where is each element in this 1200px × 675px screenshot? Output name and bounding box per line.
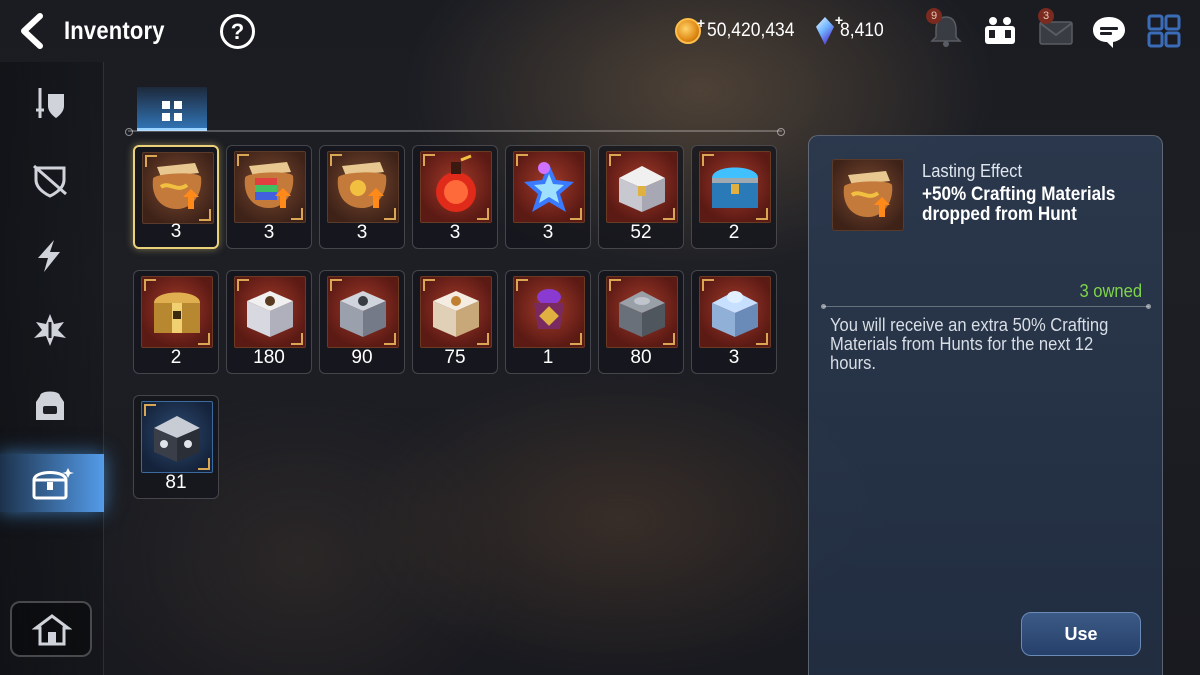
- frost-box-icon: [712, 291, 758, 337]
- star-potion-icon: [524, 162, 574, 212]
- backpack-icon: [36, 391, 64, 420]
- item-slot[interactable]: 75: [412, 270, 498, 374]
- item-slot[interactable]: 3: [412, 145, 498, 249]
- sidebar-tab-equipment[interactable]: [0, 74, 104, 132]
- white-box-icon: [247, 291, 293, 337]
- crystal-amount: 8,410: [840, 20, 884, 41]
- chest-icon: [32, 468, 74, 500]
- item-slot[interactable]: 3: [319, 145, 405, 249]
- item-count: 2: [170, 347, 182, 368]
- sidebar: [0, 62, 104, 675]
- help-button[interactable]: ?: [220, 14, 255, 49]
- item-slot[interactable]: 3: [505, 145, 591, 249]
- menu-button[interactable]: [1144, 12, 1184, 50]
- item-slot[interactable]: 81: [133, 395, 219, 499]
- grid-menu-icon: [1147, 14, 1181, 48]
- sidebar-tab-catalyst[interactable]: [0, 226, 104, 284]
- steel-box-icon: [619, 291, 665, 337]
- item-count: 3: [356, 222, 368, 243]
- item-slot[interactable]: 2: [691, 145, 777, 249]
- item-count: 75: [444, 347, 466, 368]
- top-bar: Inventory ? + 50,420,434 + 8,410 9 3: [0, 0, 1200, 62]
- friends-button[interactable]: [980, 12, 1020, 50]
- effect-label: Lasting Effect: [922, 161, 1023, 181]
- sidebar-tab-materials[interactable]: [0, 300, 104, 358]
- item-count: 52: [630, 222, 652, 243]
- item-count: 3: [449, 222, 461, 243]
- page-title: Inventory: [64, 17, 165, 45]
- selected-item-icon: [832, 159, 904, 231]
- house-button[interactable]: [10, 601, 92, 657]
- item-description: You will receive an extra 50% Crafting M…: [830, 315, 1109, 373]
- item-slot[interactable]: 3: [133, 145, 219, 249]
- silver-box-icon: [340, 291, 386, 337]
- hunt-scroll-icon: [843, 171, 893, 217]
- mail-button[interactable]: 3: [1036, 8, 1076, 50]
- crystal-icon: +: [816, 12, 843, 45]
- notification-button[interactable]: 9: [926, 8, 966, 50]
- gold-amount: 50,420,434: [707, 20, 795, 41]
- rainbow-scroll-icon: [244, 162, 294, 208]
- item-count: 90: [351, 347, 373, 368]
- item-slot[interactable]: 3: [691, 270, 777, 374]
- charm-icon: [534, 289, 564, 329]
- item-detail-panel: Lasting Effect +50% Crafting Materials d…: [808, 135, 1163, 675]
- item-count: 1: [542, 347, 554, 368]
- back-arrow-icon: [21, 13, 43, 49]
- sidebar-tab-backpack[interactable]: [0, 376, 104, 434]
- grid-divider: [125, 128, 785, 136]
- tab-all-items[interactable]: [137, 87, 207, 131]
- chat-icon: [1093, 17, 1125, 48]
- item-slot[interactable]: 90: [319, 270, 405, 374]
- grid-icon: [162, 101, 182, 121]
- dark-box-icon: [154, 416, 200, 462]
- artifact-icon: [33, 164, 67, 198]
- crystal-currency[interactable]: + 8,410: [816, 12, 888, 48]
- item-slot[interactable]: 80: [598, 270, 684, 374]
- item-count: 80: [630, 347, 652, 368]
- item-slot[interactable]: 180: [226, 270, 312, 374]
- lightning-icon: [38, 240, 60, 272]
- item-count: 180: [253, 347, 285, 368]
- item-count: 2: [728, 222, 740, 243]
- hunt-scroll-icon: [152, 163, 202, 209]
- notification-badge: 9: [926, 8, 942, 24]
- item-slot[interactable]: 3: [226, 145, 312, 249]
- blue-chest-icon: [712, 167, 758, 208]
- sidebar-tab-chest[interactable]: [0, 454, 104, 512]
- red-potion-icon: [436, 154, 476, 212]
- ornate-box-icon: [433, 291, 479, 337]
- panel-divider: [821, 304, 1151, 309]
- gold-currency[interactable]: + 50,420,434: [675, 14, 802, 48]
- item-count: 3: [728, 347, 740, 368]
- sidebar-tab-artifact[interactable]: [0, 150, 104, 208]
- item-slot[interactable]: 52: [598, 145, 684, 249]
- house-icon: [32, 614, 72, 646]
- back-button[interactable]: [14, 12, 50, 50]
- friends-icon: [985, 17, 1015, 44]
- item-count: 3: [263, 222, 275, 243]
- item-count: 3: [170, 221, 182, 242]
- gold-scroll-icon: [337, 162, 387, 208]
- owned-count: 3 owned: [1079, 281, 1142, 301]
- gold-coin-icon: +: [675, 15, 705, 44]
- chat-button[interactable]: [1089, 12, 1129, 50]
- item-count: 81: [165, 472, 187, 493]
- use-button[interactable]: Use: [1021, 612, 1141, 656]
- material-icon: [34, 314, 66, 346]
- item-slot[interactable]: 1: [505, 270, 591, 374]
- gold-chest-icon: [154, 292, 200, 333]
- mail-badge: 3: [1038, 8, 1054, 24]
- effect-text: +50% Crafting Materials dropped from Hun…: [922, 184, 1116, 225]
- white-chest-icon: [619, 166, 665, 212]
- equipment-icon: [36, 88, 64, 118]
- item-count: 3: [542, 222, 554, 243]
- item-slot[interactable]: 2: [133, 270, 219, 374]
